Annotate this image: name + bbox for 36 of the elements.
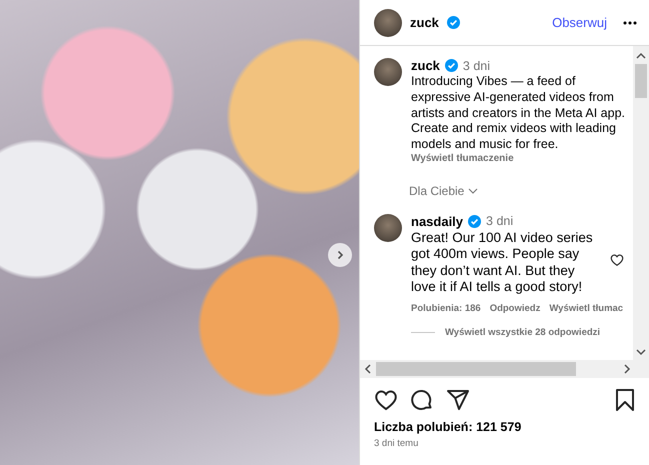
avatar[interactable] bbox=[374, 58, 402, 86]
next-button[interactable] bbox=[328, 243, 352, 267]
vertical-scrollbar[interactable] bbox=[633, 46, 649, 360]
username[interactable]: zuck bbox=[411, 58, 440, 73]
username[interactable]: nasdaily bbox=[411, 214, 464, 229]
chevron-right-icon[interactable] bbox=[623, 364, 631, 374]
chevron-left-icon[interactable] bbox=[364, 364, 372, 374]
chevron-down-icon bbox=[468, 188, 478, 194]
chevron-up-icon[interactable] bbox=[636, 52, 646, 60]
username[interactable]: zuck bbox=[410, 15, 439, 30]
view-replies-link[interactable]: Wyświetl wszystkie 28 odpowiedzi bbox=[411, 326, 600, 338]
post-time: 3 dni bbox=[462, 58, 490, 72]
caption-text: Introducing Vibes — a feed of expressive AI-generated videos from artists and creators in the Meta AI app. Create and remix videos with leading models and music for free. bbox=[411, 74, 626, 153]
scrollbar-thumb[interactable] bbox=[635, 64, 647, 98]
avatar[interactable] bbox=[374, 214, 402, 242]
comment-time: 3 dni bbox=[486, 214, 514, 228]
translate-link[interactable]: Wyświetl tłumaczenie bbox=[411, 152, 633, 164]
reply-link[interactable]: Odpowiedz bbox=[490, 302, 540, 314]
post-date: 3 dni temu bbox=[374, 438, 420, 449]
more-options-icon[interactable] bbox=[623, 20, 637, 24]
bookmark-icon[interactable] bbox=[615, 388, 635, 412]
avatar[interactable] bbox=[374, 8, 402, 36]
translate-link[interactable]: Wyświetl tłumac bbox=[549, 302, 624, 314]
heart-icon[interactable] bbox=[610, 252, 624, 267]
chevron-down-icon[interactable] bbox=[636, 348, 646, 356]
likes-count[interactable]: Polubienia: 186 bbox=[411, 302, 481, 314]
likes-total[interactable]: Liczba polubień: 121 579 bbox=[374, 420, 635, 434]
comment-icon[interactable] bbox=[410, 388, 434, 412]
heart-icon[interactable] bbox=[374, 388, 398, 412]
chevron-right-icon bbox=[335, 250, 345, 260]
follow-link[interactable]: Obserwuj bbox=[552, 15, 607, 30]
sort-dropdown[interactable]: Dla Ciebie bbox=[409, 184, 478, 198]
comment-text: Great! Our 100 AI video series got 400m views. People say they don’t want AI. But they love it if AI tells a good story! bbox=[411, 230, 594, 296]
share-icon[interactable] bbox=[446, 388, 470, 412]
scrollbar-thumb[interactable] bbox=[376, 362, 576, 376]
horizontal-scrollbar[interactable] bbox=[360, 360, 649, 378]
